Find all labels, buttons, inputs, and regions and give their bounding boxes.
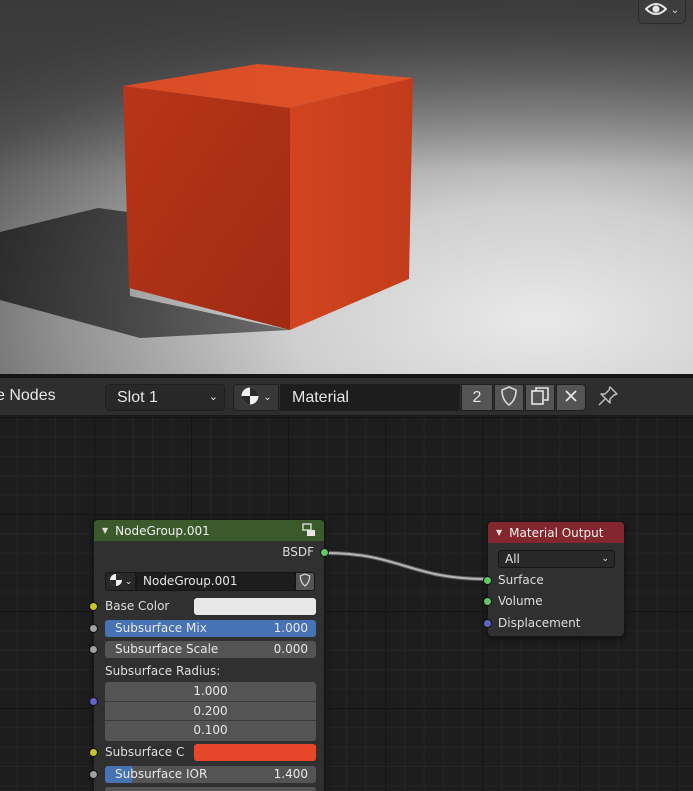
vector-y-field[interactable]: 0.200 bbox=[105, 702, 316, 721]
target-value: All bbox=[505, 552, 520, 566]
collapse-triangle-icon[interactable]: ▼ bbox=[496, 528, 502, 537]
node-group-fake-user-button[interactable] bbox=[295, 572, 315, 591]
surface-label: Surface bbox=[498, 573, 544, 587]
node-tree-icon[interactable] bbox=[302, 523, 316, 540]
node-group-node[interactable]: ▼ NodeGroup.001 BSDF ⌄ NodeGroup.001 Bas… bbox=[89, 519, 329, 791]
socket-subsurface-ior[interactable] bbox=[89, 770, 98, 779]
subsurface-ior-slider[interactable]: Subsurface IOR 1.400 bbox=[105, 766, 316, 783]
browse-node-group-button[interactable]: ⌄ bbox=[105, 572, 136, 591]
rendered-cube bbox=[0, 64, 413, 338]
slider-label: Subsurface Mix bbox=[115, 621, 207, 635]
subsurface-radius-label: Subsurface Radius: bbox=[105, 664, 221, 678]
subsurface-scale-slider[interactable]: Subsurface Scale 0.000 bbox=[105, 641, 316, 658]
output-label-bsdf: BSDF bbox=[282, 545, 314, 559]
chevron-down-icon: ⌄ bbox=[601, 554, 609, 564]
unlink-material-button[interactable] bbox=[556, 384, 586, 411]
slider-value: 1.000 bbox=[273, 621, 308, 635]
cube-side-face bbox=[290, 78, 413, 330]
socket-subsurface-scale[interactable] bbox=[89, 645, 98, 654]
material-sphere-icon bbox=[240, 386, 260, 409]
node-editor-header: e Nodes Slot 1 ⌄ ⌄ Material 2 bbox=[0, 378, 693, 416]
duplicate-material-button[interactable] bbox=[525, 384, 555, 411]
chevron-down-icon: ⌄ bbox=[208, 391, 218, 403]
subsurface-radius-vector[interactable]: 1.000 0.200 0.100 bbox=[105, 682, 316, 741]
shield-icon bbox=[500, 386, 518, 409]
base-color-swatch[interactable] bbox=[194, 598, 316, 615]
socket-subsurface-color[interactable] bbox=[89, 748, 98, 757]
node-header[interactable]: ▼ Material Output bbox=[488, 522, 624, 543]
editor-type-title[interactable]: e Nodes bbox=[0, 387, 56, 405]
slider-label: Subsurface IOR bbox=[115, 767, 208, 781]
node-group-name-field[interactable]: NodeGroup.001 bbox=[136, 572, 295, 591]
output-target-dropdown[interactable]: All ⌄ bbox=[498, 550, 615, 568]
displacement-label: Displacement bbox=[498, 616, 581, 630]
material-slot-dropdown[interactable]: Slot 1 ⌄ bbox=[105, 384, 225, 411]
3d-viewport[interactable]: ⌄ bbox=[0, 0, 693, 374]
material-name-field[interactable]: Material bbox=[280, 384, 460, 411]
eye-icon bbox=[644, 1, 668, 20]
chevron-down-icon: ⌄ bbox=[263, 392, 272, 403]
socket-subsurface-radius[interactable] bbox=[89, 697, 98, 706]
chevron-down-icon: ⌄ bbox=[124, 576, 133, 587]
collapse-triangle-icon[interactable]: ▼ bbox=[102, 526, 108, 535]
duplicate-icon bbox=[530, 386, 550, 409]
subsurface-color-swatch[interactable] bbox=[194, 744, 316, 761]
node-group-sphere-icon bbox=[109, 573, 123, 590]
shield-icon bbox=[299, 573, 311, 590]
node-title: NodeGroup.001 bbox=[115, 523, 210, 538]
cube-front-face bbox=[123, 86, 290, 330]
close-icon bbox=[563, 388, 579, 407]
node-canvas[interactable]: ▼ NodeGroup.001 BSDF ⌄ NodeGroup.001 Bas… bbox=[0, 417, 693, 791]
vector-x-field[interactable]: 1.000 bbox=[105, 682, 316, 702]
pin-button[interactable] bbox=[594, 384, 622, 411]
slider-value: 1.400 bbox=[273, 767, 308, 781]
socket-displacement[interactable] bbox=[483, 619, 492, 628]
chevron-down-icon: ⌄ bbox=[670, 4, 680, 16]
socket-volume[interactable] bbox=[483, 597, 492, 606]
node-header[interactable]: ▼ NodeGroup.001 bbox=[94, 520, 324, 541]
pin-icon bbox=[597, 385, 619, 410]
socket-subsurface-mix[interactable] bbox=[89, 624, 98, 633]
vector-z-field[interactable]: 0.100 bbox=[105, 721, 316, 741]
material-output-node[interactable]: ▼ Material Output All ⌄ Surface Volume D… bbox=[483, 521, 625, 637]
next-input-field[interactable] bbox=[105, 787, 316, 791]
slot-label: Slot 1 bbox=[117, 389, 158, 406]
socket-output-bsdf[interactable] bbox=[320, 548, 329, 557]
node-title: Material Output bbox=[509, 525, 604, 540]
viewport-overlay-button[interactable]: ⌄ bbox=[638, 0, 686, 24]
subsurface-mix-slider[interactable]: Subsurface Mix 1.000 bbox=[105, 620, 316, 637]
base-color-label: Base Color bbox=[105, 599, 170, 613]
browse-material-button[interactable]: ⌄ bbox=[233, 384, 279, 411]
volume-label: Volume bbox=[498, 594, 543, 608]
node-group-selector[interactable]: ⌄ NodeGroup.001 bbox=[105, 572, 315, 591]
slider-label: Subsurface Scale bbox=[115, 642, 219, 656]
subsurface-color-label: Subsurface C bbox=[105, 745, 185, 759]
material-user-count[interactable]: 2 bbox=[461, 384, 493, 411]
socket-base-color[interactable] bbox=[89, 602, 98, 611]
fake-user-button[interactable] bbox=[494, 384, 524, 411]
slider-value: 0.000 bbox=[273, 642, 308, 656]
socket-surface[interactable] bbox=[483, 576, 492, 585]
